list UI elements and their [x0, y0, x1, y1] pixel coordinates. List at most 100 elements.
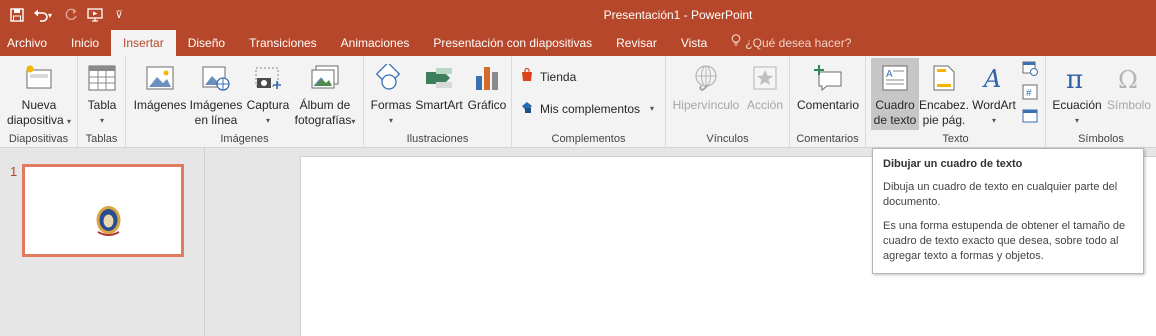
tab-vista[interactable]: Vista	[669, 30, 719, 56]
my-addins-icon	[520, 100, 534, 117]
pictures-icon	[143, 61, 177, 95]
text-box-label-2: de texto	[873, 113, 917, 127]
object-icon[interactable]	[1022, 108, 1042, 127]
wordart-button[interactable]: A WordArt ▾	[968, 58, 1020, 130]
tab-archivo[interactable]: Archivo	[0, 30, 59, 56]
my-addins-label: Mis complementos	[540, 101, 641, 116]
hyperlink-button[interactable]: Hipervínculo	[670, 58, 742, 130]
tab-transiciones[interactable]: Transiciones	[237, 30, 329, 56]
my-addins-button[interactable]: Mis complementos ▾	[520, 100, 654, 117]
group-label: Símbolos	[1078, 133, 1124, 145]
smartart-label: SmartArt	[415, 98, 463, 112]
chart-label: Gráfico	[467, 98, 507, 112]
omega-icon: Ω	[1112, 61, 1146, 95]
group-label: Ilustraciones	[406, 133, 469, 145]
tab-diseno[interactable]: Diseño	[176, 30, 237, 56]
hyperlink-label: Hipervínculo	[672, 98, 740, 112]
slide-thumbnail-pane[interactable]: 1	[0, 148, 205, 336]
group-diapositivas: Nueva diapositiva ▾ Diapositivas	[0, 56, 78, 148]
slide-number-icon[interactable]: #	[1022, 84, 1042, 103]
group-comentarios: Comentario Comentarios	[790, 56, 866, 148]
comment-button[interactable]: Comentario	[794, 58, 862, 130]
online-pictures-label-2: en línea	[194, 113, 238, 127]
window-title: Presentación1 - PowerPoint	[603, 8, 753, 22]
dropdown-arrow-icon: ▾	[991, 116, 996, 125]
photo-album-label-2: fotografías▾	[295, 113, 356, 129]
table-icon	[85, 61, 119, 95]
shapes-label: Formas	[370, 98, 412, 112]
comment-label: Comentario	[796, 98, 860, 112]
photo-album-label-1: Álbum de	[299, 98, 351, 112]
wordart-icon: A	[977, 61, 1011, 95]
online-pictures-button[interactable]: Imágenes en línea	[188, 58, 244, 130]
svg-text:A: A	[886, 69, 893, 80]
chart-icon	[470, 61, 504, 95]
tab-revisar[interactable]: Revisar	[604, 30, 669, 56]
new-slide-label-2-text: diapositiva	[6, 113, 64, 127]
photo-album-label-2-text: fotografías	[294, 113, 352, 127]
action-icon	[748, 61, 782, 95]
tell-me-box[interactable]: ¿Qué desea hacer?	[719, 30, 863, 56]
dropdown-arrow-icon: ▾	[650, 104, 655, 113]
photo-album-button[interactable]: Álbum de fotografías▾	[292, 58, 358, 130]
equation-button[interactable]: π Ecuación ▾	[1050, 58, 1104, 130]
smartart-icon	[422, 61, 456, 95]
equation-label: Ecuación	[1052, 98, 1102, 112]
dropdown-arrow-icon: ▾	[1074, 116, 1079, 125]
tab-presentacion[interactable]: Presentación con diapositivas	[421, 30, 604, 56]
new-slide-button[interactable]: Nueva diapositiva ▾	[2, 58, 76, 130]
symbol-button[interactable]: Ω Símbolo	[1104, 58, 1154, 130]
dropdown-arrow-icon: ▾	[351, 117, 356, 126]
group-ilustraciones: Formas ▾ SmartArt Gráfico Ilustraciones	[364, 56, 512, 148]
new-slide-label-1: Nueva	[21, 98, 57, 112]
text-box-button[interactable]: A Cuadro de texto	[871, 58, 919, 130]
header-footer-label-2: pie pág.	[922, 113, 966, 127]
smartart-button[interactable]: SmartArt	[414, 58, 464, 130]
svg-text:A: A	[982, 65, 1001, 92]
crest-logo-icon	[96, 206, 121, 236]
tab-insertar[interactable]: Insertar	[111, 30, 176, 56]
group-label: Tablas	[85, 133, 118, 145]
group-tablas: Tabla ▾ Tablas	[78, 56, 126, 148]
store-icon	[520, 67, 534, 85]
title-bar: ▾ ⊽ Presentación1 - PowerPoint	[0, 0, 1156, 30]
slide-number: 1	[10, 164, 18, 179]
dropdown-arrow-icon: ▾	[388, 116, 393, 125]
wordart-label: WordArt	[972, 98, 1016, 112]
header-footer-button[interactable]: Encabez. pie pág.	[919, 58, 969, 130]
text-box-label-1: Cuadro	[875, 98, 915, 112]
dropdown-arrow-icon: ▾	[99, 116, 104, 125]
shapes-button[interactable]: Formas ▾	[370, 58, 412, 130]
screenshot-button[interactable]: Captura ▾	[244, 58, 292, 130]
text-small-buttons: #	[1022, 60, 1042, 127]
group-vinculos: Hipervínculo Acción Vínculos	[666, 56, 790, 148]
tooltip-title: Dibujar un cuadro de texto	[883, 158, 1023, 170]
lightbulb-icon	[731, 30, 741, 56]
tab-animaciones[interactable]: Animaciones	[329, 30, 422, 56]
online-pictures-label-1: Imágenes	[189, 98, 243, 112]
group-imagenes: Imágenes Imágenes en línea Captura ▾ Álb…	[126, 56, 364, 148]
slide-thumbnail[interactable]	[22, 164, 184, 257]
chart-button[interactable]: Gráfico	[466, 58, 508, 130]
tooltip-detail: Es una forma estupenda de obtener el tam…	[883, 220, 1126, 262]
table-button[interactable]: Tabla ▾	[82, 58, 122, 130]
pictures-button[interactable]: Imágenes	[132, 58, 188, 130]
store-button[interactable]: Tienda	[520, 67, 577, 85]
date-time-icon[interactable]	[1022, 60, 1042, 79]
pi-icon: π	[1060, 61, 1094, 95]
pictures-label: Imágenes	[133, 98, 187, 112]
ribbon-insertar: Nueva diapositiva ▾ Diapositivas Tabla ▾…	[0, 56, 1156, 148]
tooltip-description: Dibuja un cuadro de texto en cualquier p…	[883, 181, 1118, 208]
tab-inicio[interactable]: Inicio	[59, 30, 111, 56]
dropdown-arrow-icon: ▾	[265, 116, 270, 125]
hyperlink-icon	[689, 61, 723, 95]
text-box-tooltip: Dibujar un cuadro de texto Dibuja un cua…	[872, 148, 1144, 274]
group-label: Complementos	[551, 133, 626, 145]
action-button[interactable]: Acción	[744, 58, 786, 130]
group-label: Comentarios	[796, 133, 859, 145]
table-label: Tabla	[87, 98, 117, 112]
store-label: Tienda	[540, 69, 577, 84]
svg-text:Ω: Ω	[1118, 66, 1138, 92]
group-simbolos: π Ecuación ▾ Ω Símbolo Símbolos	[1046, 56, 1156, 148]
text-box-icon: A	[878, 61, 912, 95]
